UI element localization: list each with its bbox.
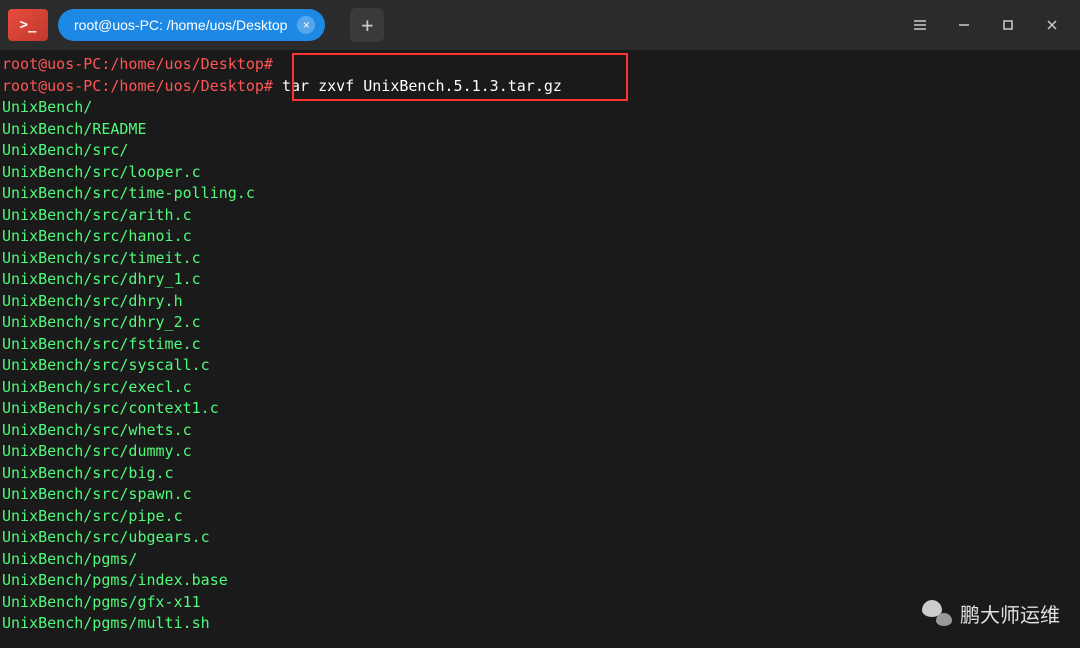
terminal-app-icon: >_ xyxy=(8,9,48,41)
terminal-tab[interactable]: root@uos-PC: /home/uos/Desktop × xyxy=(58,9,325,41)
terminal-line: UnixBench/src/execl.c xyxy=(2,377,1078,399)
terminal-line: UnixBench/README xyxy=(2,119,1078,141)
terminal-line: UnixBench/src/context1.c xyxy=(2,398,1078,420)
minimize-icon[interactable] xyxy=(944,9,984,41)
titlebar: >_ root@uos-PC: /home/uos/Desktop × + xyxy=(0,0,1080,50)
terminal-line: UnixBench/src/fstime.c xyxy=(2,334,1078,356)
terminal-line: UnixBench/src/whets.c xyxy=(2,420,1078,442)
terminal-line: UnixBench/src/spawn.c xyxy=(2,484,1078,506)
new-tab-button[interactable]: + xyxy=(350,8,384,42)
close-icon[interactable] xyxy=(1032,9,1072,41)
terminal-line: UnixBench/pgms/gfx-x11 xyxy=(2,592,1078,614)
terminal-line: UnixBench/src/ubgears.c xyxy=(2,527,1078,549)
maximize-icon[interactable] xyxy=(988,9,1028,41)
terminal-line: UnixBench/src/dhry.h xyxy=(2,291,1078,313)
terminal-line: UnixBench/src/syscall.c xyxy=(2,355,1078,377)
terminal-output[interactable]: root@uos-PC:/home/uos/Desktop#root@uos-P… xyxy=(0,50,1080,639)
terminal-line: UnixBench/pgms/multi.sh xyxy=(2,613,1078,635)
terminal-line: UnixBench/src/ xyxy=(2,140,1078,162)
window-controls xyxy=(900,9,1072,41)
terminal-line: UnixBench/src/arith.c xyxy=(2,205,1078,227)
terminal-line: UnixBench/ xyxy=(2,97,1078,119)
menu-icon[interactable] xyxy=(900,9,940,41)
terminal-line: UnixBench/src/hanoi.c xyxy=(2,226,1078,248)
terminal-line: root@uos-PC:/home/uos/Desktop# xyxy=(2,54,1078,76)
wechat-icon xyxy=(922,598,952,628)
terminal-line: UnixBench/src/looper.c xyxy=(2,162,1078,184)
watermark: 鹏大师运维 xyxy=(922,598,1060,628)
terminal-line: UnixBench/src/dummy.c xyxy=(2,441,1078,463)
terminal-line: UnixBench/pgms/index.base xyxy=(2,570,1078,592)
terminal-line: UnixBench/src/pipe.c xyxy=(2,506,1078,528)
terminal-line: root@uos-PC:/home/uos/Desktop# tar zxvf … xyxy=(2,76,1078,98)
watermark-text: 鹏大师运维 xyxy=(960,599,1060,628)
close-tab-icon[interactable]: × xyxy=(297,16,315,34)
terminal-line: UnixBench/src/dhry_2.c xyxy=(2,312,1078,334)
terminal-line: UnixBench/src/big.c xyxy=(2,463,1078,485)
terminal-line: UnixBench/src/timeit.c xyxy=(2,248,1078,270)
terminal-line: UnixBench/pgms/ xyxy=(2,549,1078,571)
terminal-line: UnixBench/src/dhry_1.c xyxy=(2,269,1078,291)
tab-title: root@uos-PC: /home/uos/Desktop xyxy=(74,17,287,33)
terminal-line: UnixBench/src/time-polling.c xyxy=(2,183,1078,205)
